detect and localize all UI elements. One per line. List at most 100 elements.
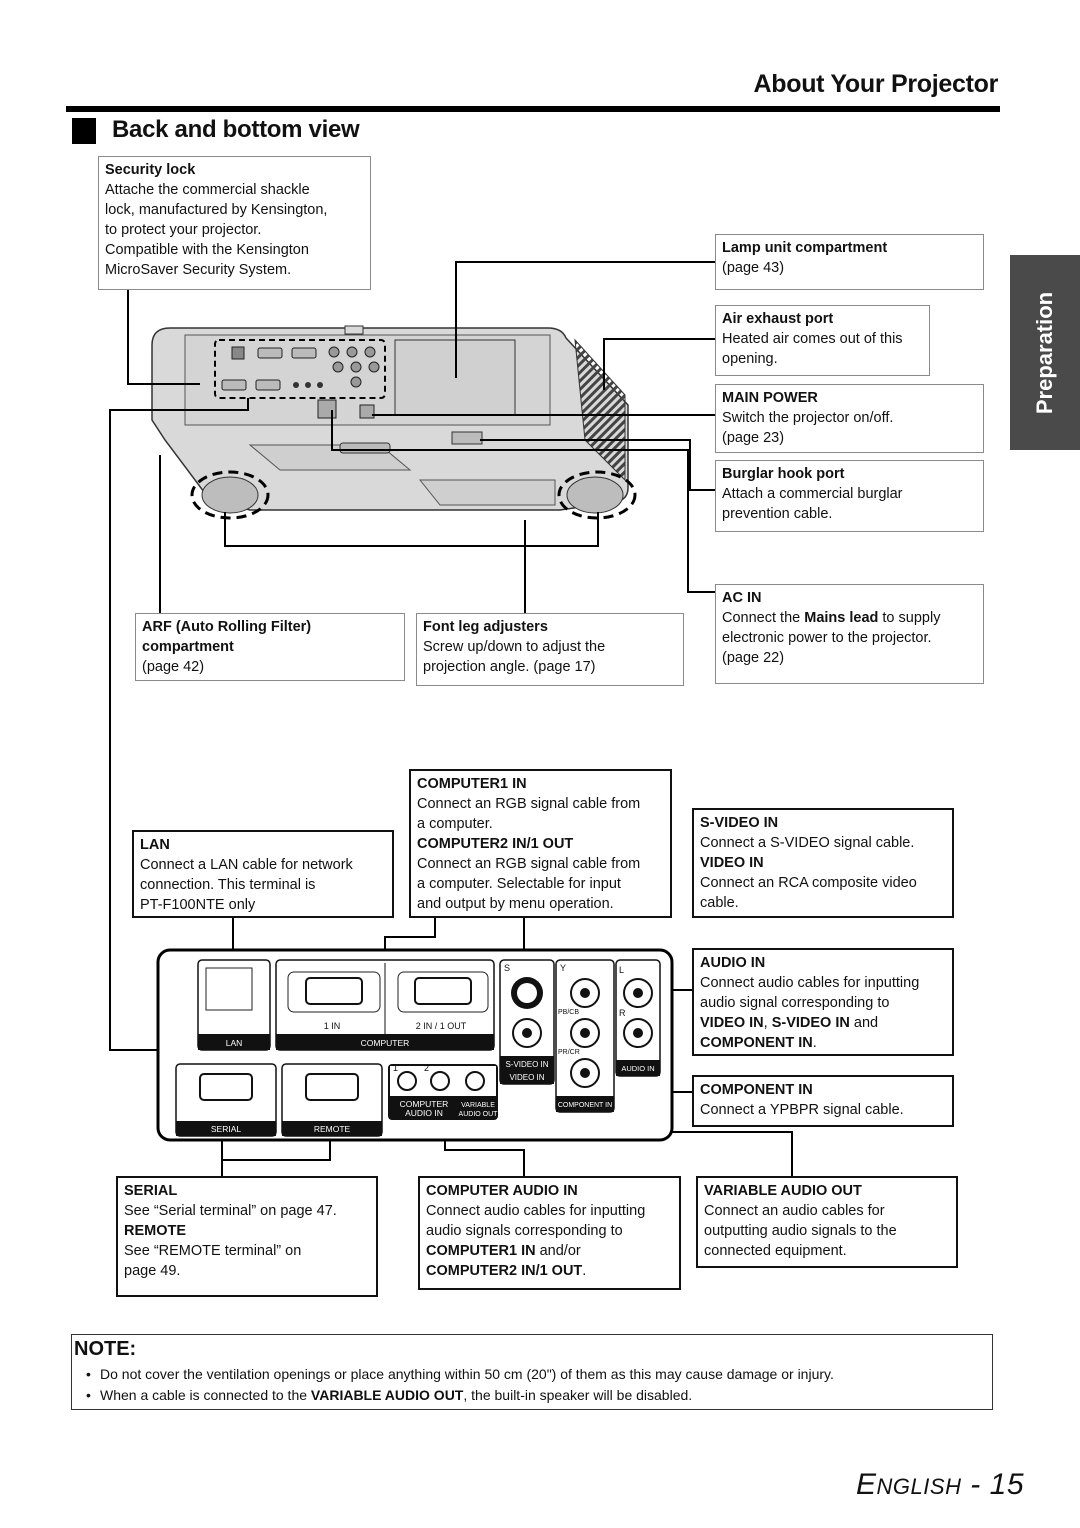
- text-fragment: and/or: [535, 1243, 581, 1259]
- callout-line: outputting audio signals to the: [704, 1223, 897, 1239]
- callout-line: Connect a S-VIDEO signal cable.: [700, 835, 915, 851]
- pbcb-label: PB/CB: [558, 1009, 579, 1016]
- audio-in-label: AUDIO IN: [621, 1064, 654, 1073]
- callout-line: connected equipment.: [704, 1243, 847, 1259]
- callout-line: Connect an RGB signal cable from: [417, 856, 641, 872]
- callout-line: Connect an audio cables for: [704, 1203, 885, 1219]
- note-text: , the built-in speaker will be disabled.: [463, 1387, 693, 1403]
- text-bold: COMPUTER2 IN/1 OUT: [426, 1263, 583, 1279]
- callout-line: COMPONENT IN.: [700, 1033, 946, 1053]
- callout-line: See “REMOTE terminal” on: [124, 1243, 302, 1259]
- component-in-label: COMPONENT IN: [558, 1102, 612, 1109]
- callout-line: Attache the commercial shackle: [105, 182, 310, 198]
- callout-variable-audio: VARIABLE AUDIO OUT Connect an audio cabl…: [696, 1176, 958, 1268]
- callout-title: COMPUTER AUDIO IN: [426, 1183, 578, 1199]
- projector-illustration: [151, 325, 637, 520]
- audio-jacks[interactable]: 1 2 COMPUTER AUDIO IN VARIABLE AUDIO OUT: [388, 1063, 498, 1120]
- callout-title: ARF (Auto Rolling Filter): [142, 619, 312, 635]
- callout-title: Air exhaust port: [722, 311, 834, 327]
- footer-lang-rest: NGLISH: [876, 1474, 962, 1499]
- callout-line: Connect an RCA composite video: [700, 875, 917, 891]
- text-bold: COMPUTER1 IN: [426, 1243, 536, 1259]
- callout-line: MicroSaver Security System.: [105, 262, 292, 278]
- callout-line: Switch the projector on/off.: [722, 410, 894, 426]
- audio-in-ports[interactable]: L R AUDIO IN: [615, 959, 661, 1077]
- callout-title: Burglar hook port: [722, 466, 845, 482]
- callout-audio-in: AUDIO IN Connect audio cables for inputt…: [692, 948, 954, 1056]
- callout-air-exhaust: Air exhaust port Heated air comes out of…: [715, 305, 930, 376]
- callout-title: COMPUTER1 IN: [417, 776, 527, 792]
- footer-lang-initial: E: [856, 1468, 877, 1501]
- callout-main-power: MAIN POWER Switch the projector on/off. …: [715, 384, 984, 453]
- callout-line: PT-F100NTE only: [140, 897, 256, 913]
- callout-computer-audio: COMPUTER AUDIO IN Connect audio cables f…: [418, 1176, 681, 1290]
- callout-title: VARIABLE AUDIO OUT: [704, 1183, 862, 1199]
- callout-line: Attach a commercial burglar: [722, 486, 903, 502]
- note-item: Do not cover the ventilation openings or…: [86, 1364, 834, 1385]
- note-text: When a cable is connected to the: [100, 1387, 311, 1403]
- computer2-in-label: 2 IN / 1 OUT: [416, 1021, 467, 1031]
- computer1-in-label: 1 IN: [324, 1021, 341, 1031]
- remote-port[interactable]: REMOTE: [281, 1063, 383, 1137]
- text-fragment: .: [812, 1035, 817, 1051]
- serial-label: SERIAL: [211, 1124, 242, 1134]
- video-in-label: VIDEO IN: [509, 1073, 544, 1082]
- callout-title: VIDEO IN: [700, 855, 764, 871]
- component-ports[interactable]: Y PB/CB PR/CR COMPONENT IN: [555, 959, 615, 1113]
- callout-line: to protect your projector.: [105, 222, 262, 238]
- computer-ports[interactable]: 1 IN 2 IN / 1 OUT COMPUTER: [275, 959, 495, 1051]
- svideo-video-ports[interactable]: S S-VIDEO IN VIDEO IN: [499, 959, 555, 1085]
- r-label: R: [619, 1008, 626, 1018]
- callout-line: Heated air comes out of this: [722, 331, 903, 347]
- note-list: Do not cover the ventilation openings or…: [86, 1364, 834, 1406]
- callout-title: S-VIDEO IN: [700, 815, 779, 831]
- note-bold: VARIABLE AUDIO OUT: [310, 1387, 464, 1403]
- callout-line: opening.: [722, 351, 778, 367]
- variable-label-2: AUDIO OUT: [459, 1111, 499, 1118]
- callout-lan: LAN Connect a LAN cable for network conn…: [132, 830, 394, 918]
- s-label: S: [504, 963, 510, 973]
- callout-line: Connect an RGB signal cable from: [417, 796, 641, 812]
- callout-line: a computer.: [417, 816, 493, 832]
- page-footer: ENGLISH - 15: [856, 1468, 1024, 1502]
- callout-title: Security lock: [105, 162, 196, 178]
- callout-line: Compatible with the Kensington: [105, 242, 309, 258]
- text-fragment: to supply: [878, 610, 941, 626]
- callout-line: and output by menu operation.: [417, 896, 614, 912]
- callout-line: prevention cable.: [722, 506, 833, 522]
- callout-line: See “Serial terminal” on page 47.: [124, 1203, 337, 1219]
- callout-line: (page 42): [142, 659, 205, 675]
- l-label: L: [619, 965, 624, 975]
- computer-label: COMPUTER: [361, 1038, 410, 1048]
- callout-title: Font leg adjusters: [423, 619, 548, 635]
- audio1-label: 1: [393, 1063, 398, 1073]
- callout-line: Connect a LAN cable for network: [140, 857, 353, 873]
- callout-ac-in: AC IN Connect the Mains lead to supply e…: [715, 584, 984, 684]
- serial-port[interactable]: SERIAL: [175, 1063, 277, 1137]
- callout-title: COMPONENT IN: [700, 1082, 813, 1098]
- callout-title: LAN: [140, 837, 170, 853]
- callout-title: MAIN POWER: [722, 390, 818, 406]
- text-fragment: ,: [763, 1015, 772, 1031]
- callout-title: COMPUTER2 IN/1 OUT: [417, 836, 574, 852]
- note-text: Do not cover the ventilation openings or…: [100, 1366, 834, 1382]
- callout-line: Connect a YPBPR signal cable.: [700, 1102, 904, 1118]
- callout-line: Connect audio cables for inputting: [426, 1203, 646, 1219]
- text-fragment: .: [582, 1263, 587, 1279]
- prcr-label: PR/CR: [558, 1049, 580, 1056]
- callout-svideo: S-VIDEO IN Connect a S-VIDEO signal cabl…: [692, 808, 954, 918]
- callout-computer: COMPUTER1 IN Connect an RGB signal cable…: [409, 769, 672, 918]
- callout-line: audio signal corresponding to: [700, 995, 890, 1011]
- callout-line: (page 22): [722, 650, 785, 666]
- callout-line: COMPUTER1 IN and/or: [426, 1241, 673, 1261]
- note-item: When a cable is connected to the VARIABL…: [86, 1385, 834, 1406]
- callout-title: SERIAL: [124, 1183, 178, 1199]
- callout-line: page 49.: [124, 1263, 181, 1279]
- callout-line: Screw up/down to adjust the: [423, 639, 606, 655]
- text-bold: S-VIDEO IN: [771, 1015, 850, 1031]
- callout-burglar-hook: Burglar hook port Attach a commercial bu…: [715, 460, 984, 532]
- callout-component-in: COMPONENT IN Connect a YPBPR signal cabl…: [692, 1075, 954, 1127]
- callout-line: electronic power to the projector.: [722, 630, 932, 646]
- lan-port[interactable]: LAN: [197, 959, 271, 1051]
- text-bold: VIDEO IN: [700, 1015, 764, 1031]
